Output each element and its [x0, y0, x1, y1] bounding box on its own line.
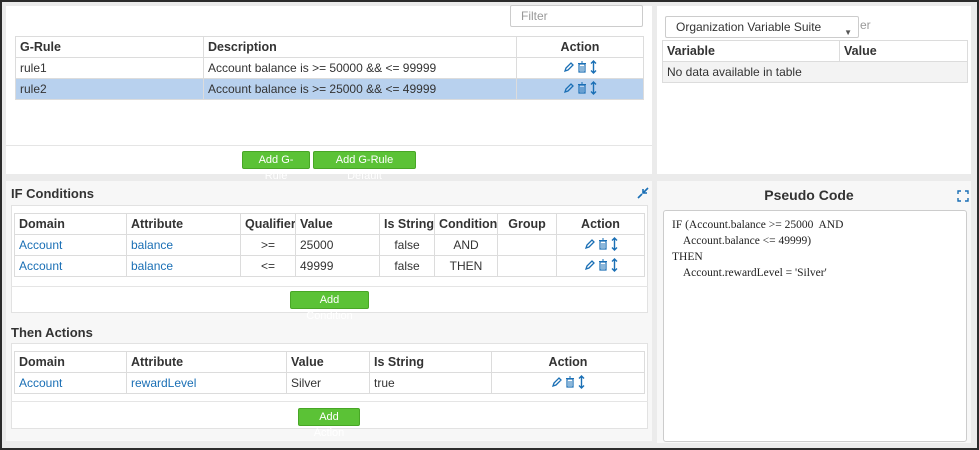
collapse-icon[interactable] — [637, 187, 649, 199]
col-qualifier[interactable]: Qualifier — [240, 213, 296, 235]
col-is-string[interactable]: Is String — [379, 213, 435, 235]
col-value[interactable]: Value — [286, 351, 370, 373]
if-conditions-title: IF Conditions — [11, 186, 95, 201]
edit-icon[interactable] — [584, 238, 595, 250]
rule-name: rule2 — [15, 78, 204, 100]
col-attribute[interactable]: Attribute — [126, 213, 241, 235]
delete-icon[interactable] — [577, 82, 587, 94]
col-grule[interactable]: G-Rule — [15, 36, 204, 58]
domain-link[interactable]: Account — [14, 255, 127, 277]
action-icons — [584, 258, 618, 272]
divider — [11, 286, 648, 287]
variable-suite-select[interactable]: Organization Variable Suite ▼ — [665, 16, 859, 38]
col-condition[interactable]: Condition — [434, 213, 498, 235]
pseudo-code-box: IF (Account.balance >= 25000 AND Account… — [663, 210, 967, 442]
search-input-partial[interactable]: er — [860, 18, 871, 32]
table-row[interactable]: Account balance >= 25000 false AND — [14, 234, 645, 256]
table-row[interactable]: Account balance <= 49999 false THEN — [14, 255, 645, 277]
qualifier-cell: <= — [240, 255, 296, 277]
table-row[interactable]: rule1 Account balance is >= 50000 && <= … — [15, 57, 644, 79]
reorder-icon[interactable] — [578, 375, 585, 389]
col-action: Action — [491, 351, 645, 373]
attribute-link[interactable]: rewardLevel — [126, 372, 287, 394]
delete-icon[interactable] — [577, 61, 587, 73]
col-group[interactable]: Group — [497, 213, 557, 235]
delete-icon[interactable] — [598, 238, 608, 250]
table-row[interactable]: Account rewardLevel Silver true — [14, 372, 645, 394]
add-condition-button[interactable]: Add Condition — [290, 291, 369, 322]
reorder-icon[interactable] — [611, 237, 618, 251]
edit-icon[interactable] — [584, 259, 595, 271]
col-action: Action — [516, 36, 644, 58]
rule-description: Account balance is >= 50000 && <= 99999 — [203, 57, 517, 79]
row-actions — [491, 372, 645, 394]
divider — [11, 401, 648, 402]
variable-suite-value: Organization Variable Suite — [676, 20, 822, 34]
row-actions — [516, 78, 644, 100]
is-string-cell: false — [379, 255, 435, 277]
col-domain[interactable]: Domain — [14, 351, 127, 373]
condition-cell: THEN — [434, 255, 498, 277]
action-icons — [551, 375, 585, 389]
condition-cell: AND — [434, 234, 498, 256]
expand-icon[interactable] — [957, 190, 969, 202]
then-actions-title: Then Actions — [11, 325, 93, 340]
pseudo-line: IF (Account.balance >= 25000 AND — [672, 219, 844, 231]
row-actions — [556, 255, 645, 277]
row-actions — [556, 234, 645, 256]
domain-link[interactable]: Account — [14, 234, 127, 256]
action-icons — [584, 237, 618, 251]
value-cell: Silver — [286, 372, 370, 394]
col-action: Action — [556, 213, 645, 235]
action-icons — [563, 81, 597, 95]
action-icons — [563, 60, 597, 74]
rule-name: rule1 — [15, 57, 204, 79]
col-variable[interactable]: Variable — [662, 40, 840, 62]
empty-message: No data available in table — [662, 61, 968, 83]
pseudo-line: Account.balance <= 49999) — [672, 235, 812, 247]
reorder-icon[interactable] — [590, 81, 597, 95]
delete-icon[interactable] — [565, 376, 575, 388]
variables-table: Variable Value No data available in tabl… — [662, 40, 968, 83]
edit-icon[interactable] — [563, 82, 574, 94]
if-conditions-table: Domain Attribute Qualifier Value Is Stri… — [14, 213, 645, 277]
domain-link[interactable]: Account — [14, 372, 127, 394]
then-actions-table: Domain Attribute Value Is String Action … — [14, 351, 645, 394]
qualifier-cell: >= — [240, 234, 296, 256]
col-attribute[interactable]: Attribute — [126, 351, 287, 373]
value-cell: 49999 — [295, 255, 380, 277]
pseudo-code-title: Pseudo Code — [764, 187, 854, 203]
is-string-cell: true — [369, 372, 492, 394]
edit-icon[interactable] — [563, 61, 574, 73]
add-action-button[interactable]: Add Action — [298, 408, 360, 439]
pseudo-line: THEN — [672, 251, 703, 263]
col-value[interactable]: Value — [295, 213, 380, 235]
reorder-icon[interactable] — [611, 258, 618, 272]
edit-icon[interactable] — [551, 376, 562, 388]
col-value[interactable]: Value — [839, 40, 968, 62]
table-row-selected[interactable]: rule2 Account balance is >= 25000 && <= … — [15, 78, 644, 100]
add-grule-default-button[interactable]: Add G-Rule Default — [313, 151, 416, 182]
is-string-cell: false — [379, 234, 435, 256]
grule-table: G-Rule Description Action rule1 Account … — [15, 36, 644, 100]
add-grule-button[interactable]: Add G-Rule — [242, 151, 310, 182]
col-domain[interactable]: Domain — [14, 213, 127, 235]
group-cell — [497, 255, 557, 277]
value-cell: 25000 — [295, 234, 380, 256]
col-is-string[interactable]: Is String — [369, 351, 492, 373]
row-actions — [516, 57, 644, 79]
reorder-icon[interactable] — [590, 60, 597, 74]
pseudo-line: Account.rewardLevel = 'Silver' — [672, 267, 827, 279]
col-description[interactable]: Description — [203, 36, 517, 58]
attribute-link[interactable]: balance — [126, 234, 241, 256]
attribute-link[interactable]: balance — [126, 255, 241, 277]
divider — [6, 145, 652, 146]
filter-input[interactable] — [510, 5, 643, 27]
delete-icon[interactable] — [598, 259, 608, 271]
rule-description: Account balance is >= 25000 && <= 49999 — [203, 78, 517, 100]
group-cell — [497, 234, 557, 256]
